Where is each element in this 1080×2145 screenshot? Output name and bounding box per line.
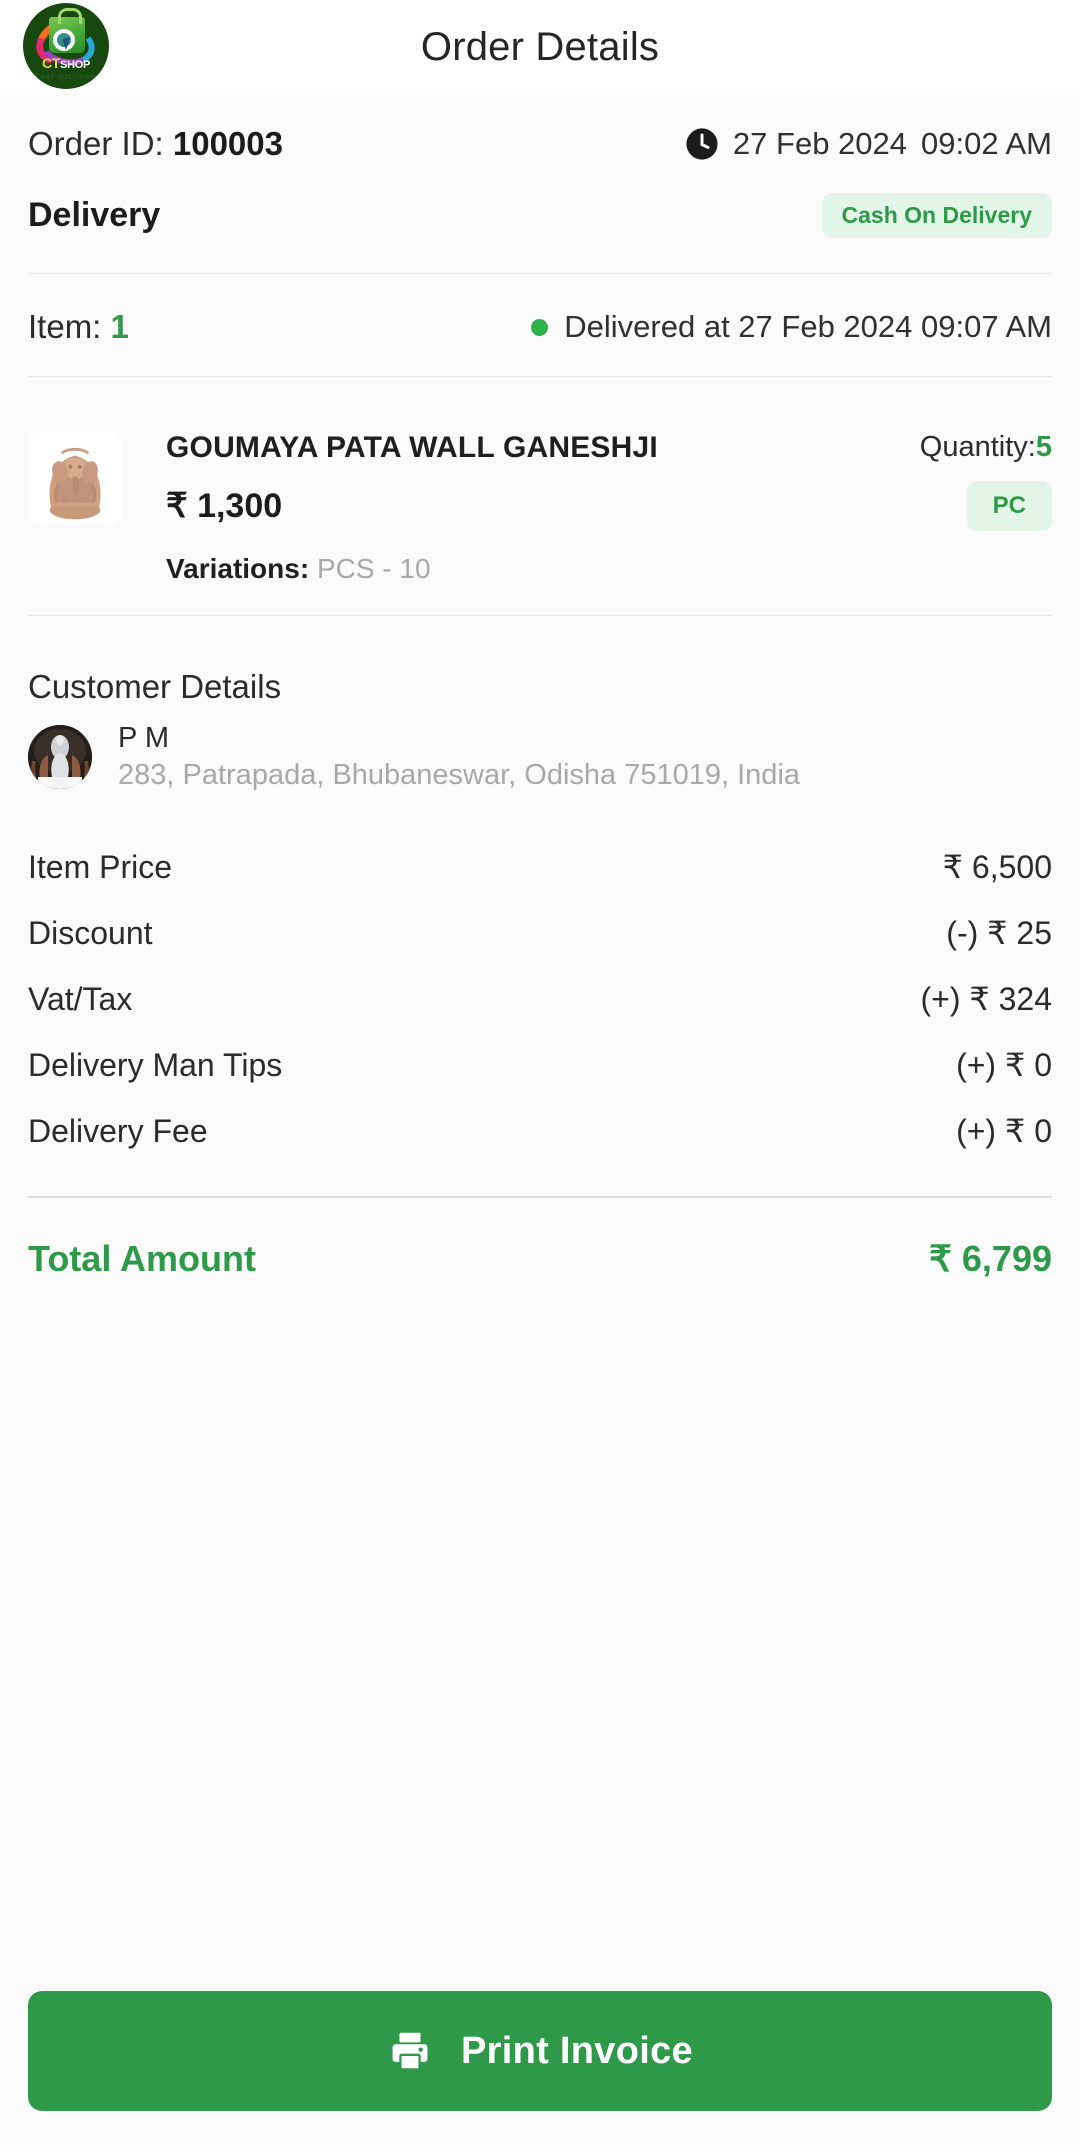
customer-details-title: Customer Details	[28, 668, 282, 705]
product-row[interactable]: GOUMAYA PATA WALL GANESHJI Quantity:5 ₹ …	[28, 431, 1052, 585]
order-content: Order ID: 100003 27 Feb 2024 09:02 AM De…	[0, 95, 1080, 1991]
order-id-row: Order ID: 100003 27 Feb 2024 09:02 AM	[28, 125, 1052, 163]
product-mid-line: ₹ 1,300 PC	[166, 481, 1052, 531]
item-status-row: Item: 1 Delivered at 27 Feb 2024 09:07 A…	[28, 308, 1052, 346]
summary-row: Delivery Fee (+) ₹ 0	[28, 1112, 1052, 1162]
summary-row: Delivery Man Tips (+) ₹ 0	[28, 1046, 1052, 1096]
delivery-row: Delivery Cash On Delivery	[28, 187, 1052, 243]
customer-address: 283, Patrapada, Bhubaneswar, Odisha 7510…	[118, 759, 801, 791]
product-name: GOUMAYA PATA WALL GANESHJI	[166, 431, 658, 464]
order-status: Delivered at 27 Feb 2024 09:07 AM	[531, 309, 1052, 345]
summary-label: Delivery Fee	[28, 1113, 208, 1149]
order-datetime: 27 Feb 2024 09:02 AM	[685, 126, 1052, 162]
customer-row[interactable]: P M 283, Patrapada, Bhubaneswar, Odisha …	[28, 722, 1052, 792]
item-count-value: 1	[110, 308, 129, 345]
divider-top	[28, 273, 1052, 274]
product-price: ₹ 1,300	[166, 487, 283, 525]
product-quantity-value: 5	[1035, 431, 1052, 463]
status-dot-icon	[531, 318, 549, 336]
avatar	[28, 725, 92, 789]
app-bar: CTSHOP EASY SOLUTION Order Details	[0, 0, 1080, 95]
print-invoice-label: Print Invoice	[461, 2029, 693, 2072]
summary-label: Discount	[28, 915, 153, 951]
divider-product	[28, 615, 1052, 616]
summary-row: Item Price ₹ 6,500	[28, 848, 1052, 898]
summary-label: Vat/Tax	[28, 981, 133, 1017]
order-details-screen: CTSHOP EASY SOLUTION Order Details Order…	[0, 0, 1080, 2145]
print-invoice-button[interactable]: Print Invoice	[28, 1991, 1052, 2111]
product-thumbnail[interactable]	[28, 431, 122, 525]
delivery-type-label: Delivery	[28, 195, 161, 234]
summary-value: (-) ₹ 25	[946, 915, 1052, 951]
order-placed-time: 09:02 AM	[921, 126, 1052, 161]
divider-total	[28, 1196, 1052, 1198]
product-unit-badge: PC	[966, 481, 1052, 531]
total-amount-value: ₹ 6,799	[929, 1238, 1052, 1279]
summary-value: (+) ₹ 0	[956, 1113, 1052, 1149]
summary-row: Discount (-) ₹ 25	[28, 914, 1052, 964]
summary-value: (+) ₹ 324	[920, 981, 1052, 1017]
product-top-line: GOUMAYA PATA WALL GANESHJI Quantity:5	[166, 431, 1052, 465]
ganesh-sculpture-image	[28, 431, 122, 525]
customer-name: P M	[118, 722, 170, 754]
summary-value: (+) ₹ 0	[956, 1047, 1052, 1083]
divider-item	[28, 376, 1052, 377]
footer: Print Invoice	[0, 1991, 1080, 2145]
order-id-value: 100003	[172, 125, 283, 162]
order-placed-date: 27 Feb 2024	[732, 126, 908, 161]
product-variations-label: Variations:	[166, 553, 310, 584]
price-summary: Item Price ₹ 6,500 Discount (-) ₹ 25 Vat…	[28, 848, 1052, 1280]
avatar-image	[28, 725, 92, 789]
product-quantity: Quantity:5	[920, 431, 1052, 464]
status-badge: Delivered at 27 Feb 2024 09:07 AM	[564, 309, 1052, 344]
product-info: GOUMAYA PATA WALL GANESHJI Quantity:5 ₹ …	[122, 431, 1052, 585]
total-amount-label: Total Amount	[28, 1238, 256, 1279]
printer-icon	[392, 2032, 428, 2071]
order-id: Order ID: 100003	[28, 125, 283, 163]
item-count-label: Item:	[28, 308, 102, 345]
order-id-label: Order ID:	[28, 125, 164, 162]
summary-row: Vat/Tax (+) ₹ 324	[28, 980, 1052, 1030]
clock-icon	[686, 128, 718, 160]
payment-method-badge: Cash On Delivery	[821, 192, 1052, 238]
total-amount-row: Total Amount ₹ 6,799	[28, 1238, 1052, 1280]
summary-label: Delivery Man Tips	[28, 1047, 283, 1083]
product-variations: Variations: PCS - 10	[166, 553, 1052, 585]
customer-text: P M 283, Patrapada, Bhubaneswar, Odisha …	[118, 722, 800, 792]
summary-label: Item Price	[28, 849, 173, 885]
item-count: Item: 1	[28, 308, 129, 346]
page-title: Order Details	[420, 25, 660, 69]
summary-value: ₹ 6,500	[942, 849, 1052, 885]
product-quantity-label: Quantity:	[919, 431, 1036, 463]
product-variations-value: PCS - 10	[316, 553, 431, 584]
